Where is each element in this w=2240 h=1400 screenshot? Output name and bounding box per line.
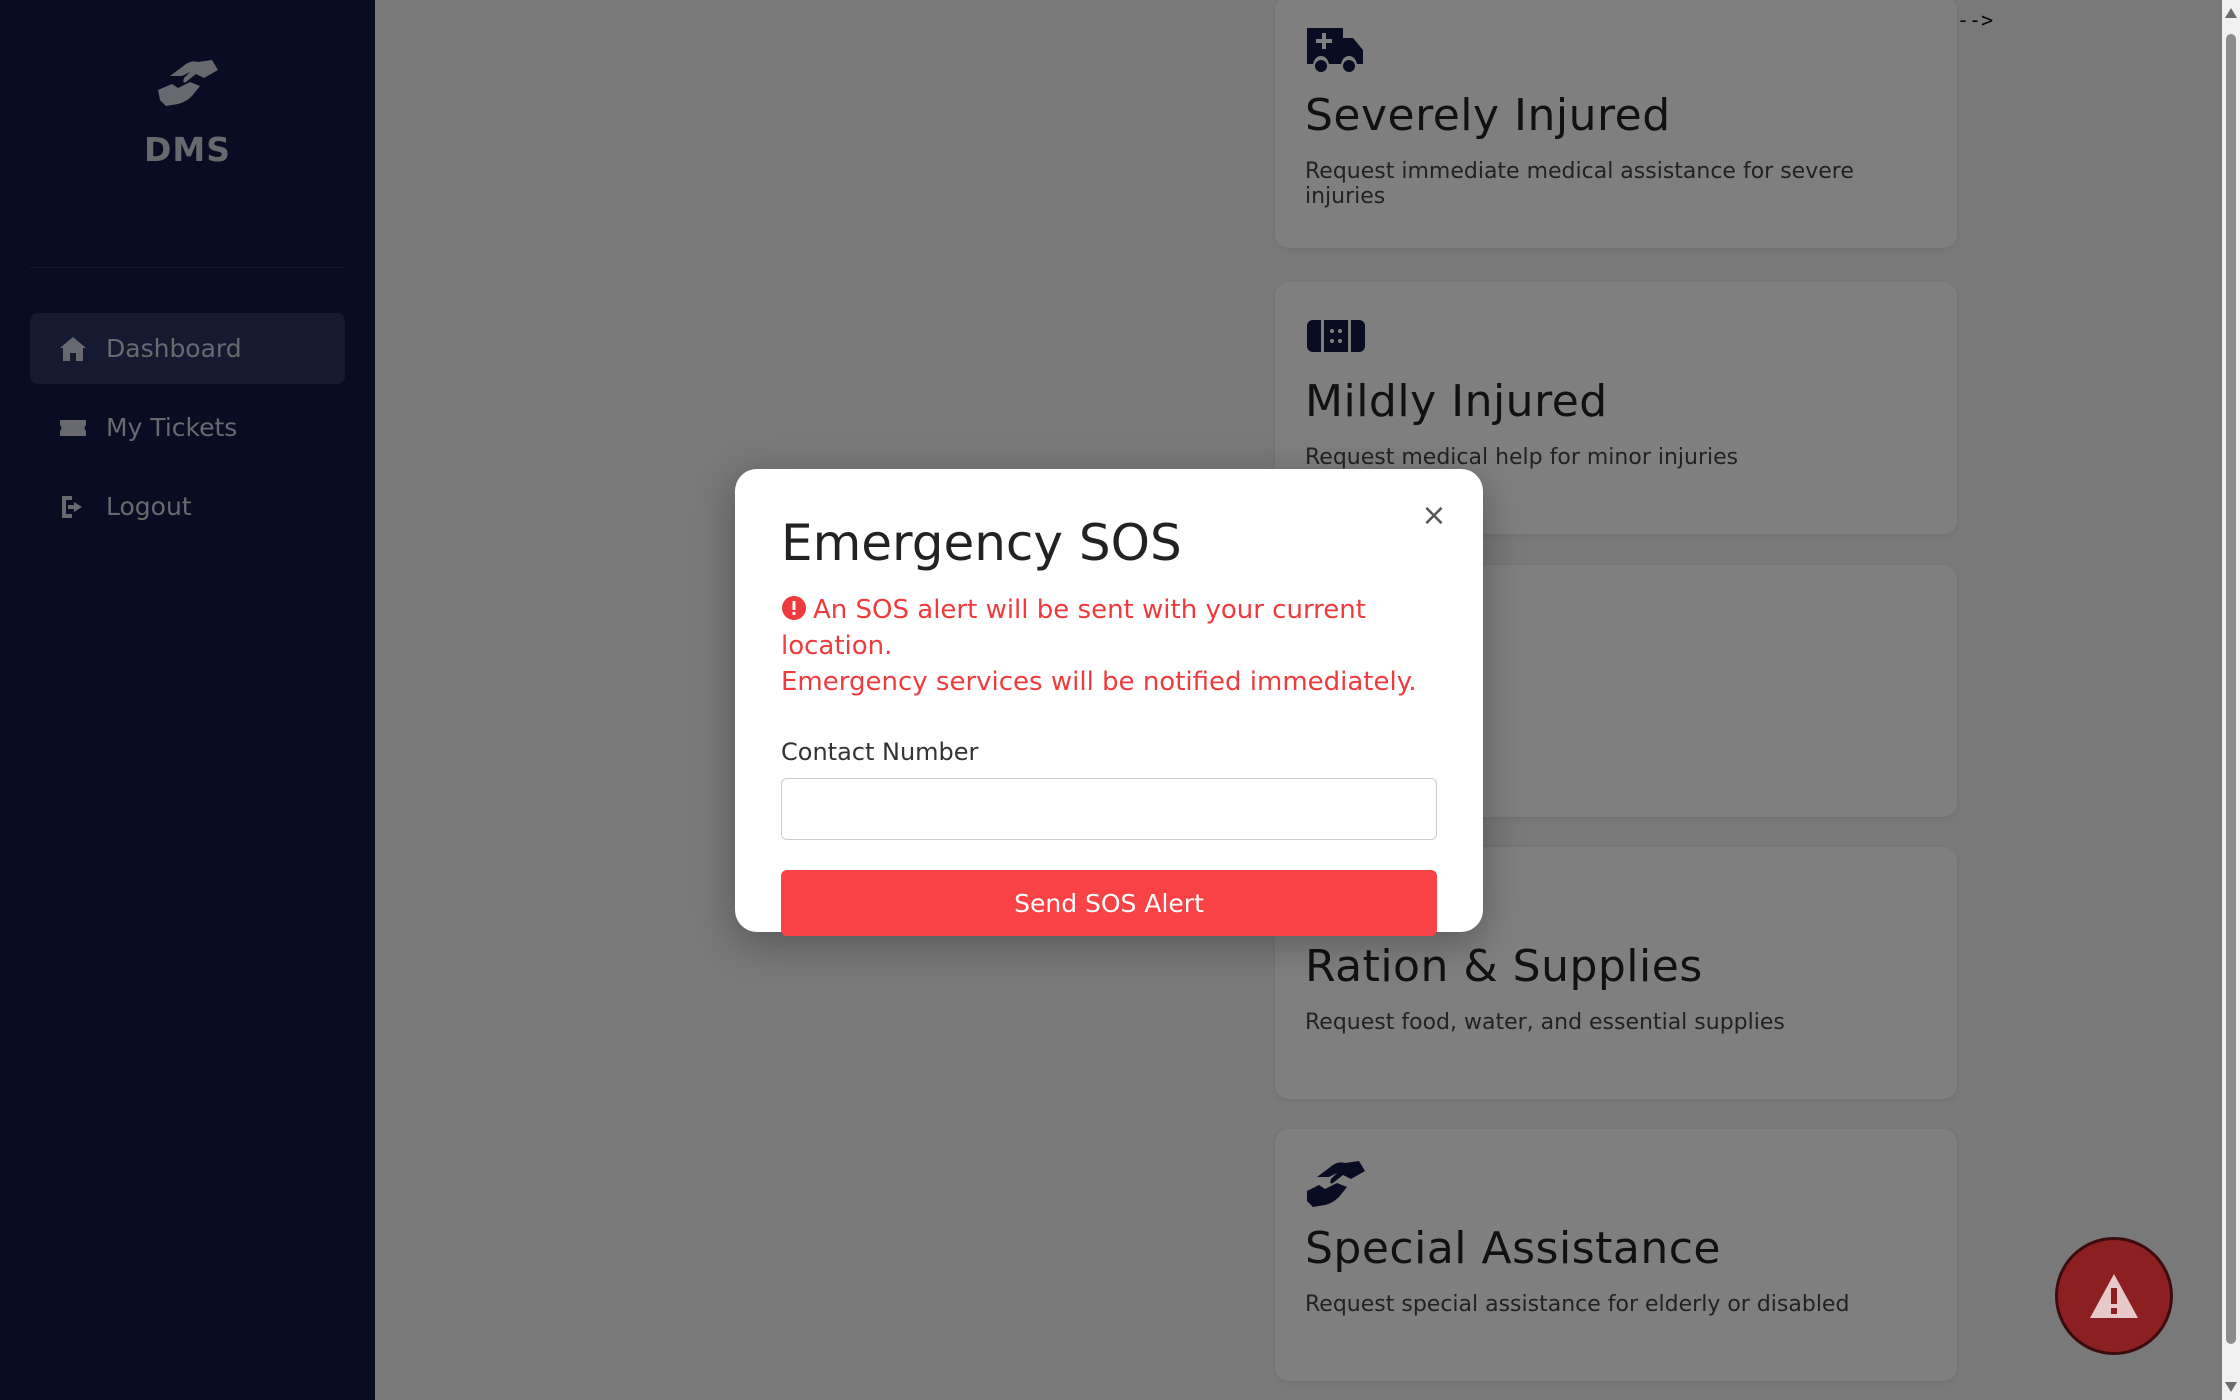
modal-warning: An SOS alert will be sent with your curr… [781, 592, 1437, 700]
contact-number-label: Contact Number [781, 738, 979, 766]
scroll-down-arrow[interactable] [2225, 1382, 2237, 1392]
sos-modal: × Emergency SOS An SOS alert will be sen… [735, 469, 1483, 936]
scroll-thumb[interactable] [2226, 34, 2236, 1344]
scrollbar[interactable] [2222, 0, 2240, 1400]
sos-floating-button[interactable] [2055, 1237, 2173, 1355]
close-icon[interactable]: × [1419, 501, 1449, 531]
contact-number-input[interactable] [781, 778, 1437, 840]
modal-title: Emergency SOS [781, 514, 1182, 572]
warning-text-line2: Emergency services will be notified imme… [781, 667, 1417, 697]
warning-icon [2090, 1274, 2138, 1318]
exclamation-circle-icon [782, 596, 806, 620]
warning-text-line1: An SOS alert will be sent with your curr… [781, 595, 1366, 661]
scroll-up-arrow[interactable] [2225, 8, 2237, 18]
send-sos-button[interactable]: Send SOS Alert [781, 870, 1437, 936]
